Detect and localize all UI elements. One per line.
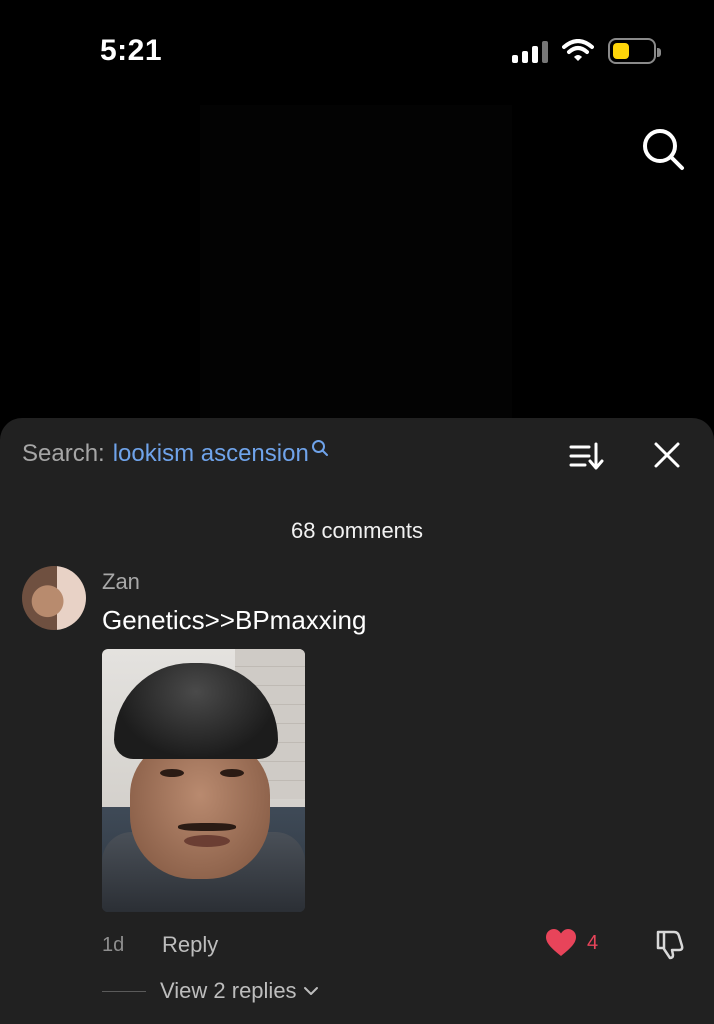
search-icon [311,440,328,456]
signal-icon [512,39,548,63]
comment-photo[interactable] [102,649,305,912]
wifi-icon [562,39,594,61]
like-count: 4 [587,931,599,954]
close-icon[interactable] [652,440,682,470]
sort-icon[interactable] [568,440,604,472]
avatar[interactable] [22,566,86,630]
search-label: Search: [22,440,105,467]
status-time: 5:21 [100,34,163,67]
dislike-icon[interactable] [654,928,686,960]
comment-age: 1d [102,934,125,956]
chevron-down-icon [303,987,318,995]
search-icon[interactable] [640,126,686,172]
view-replies-label: View 2 replies [160,978,297,1003]
search-suggestion[interactable]: Search: lookism ascension [22,440,329,468]
comment-count: 68 comments [290,518,424,543]
screen: 5:21 Search: lookism ascension 68 commen… [0,0,714,1024]
replies-divider [102,991,146,992]
status-icons [512,38,661,64]
reply-button[interactable]: Reply [162,932,218,958]
comment-text: Genetics>>BPmaxxing [102,605,367,635]
battery-icon [608,38,661,64]
view-replies-button[interactable]: View 2 replies [160,978,319,1004]
comment-username[interactable]: Zan [102,569,140,595]
like-button[interactable]: 4 [545,928,598,958]
heart-icon [546,929,576,956]
search-query-link[interactable]: lookism ascension [113,440,309,468]
video-area[interactable] [200,105,512,425]
